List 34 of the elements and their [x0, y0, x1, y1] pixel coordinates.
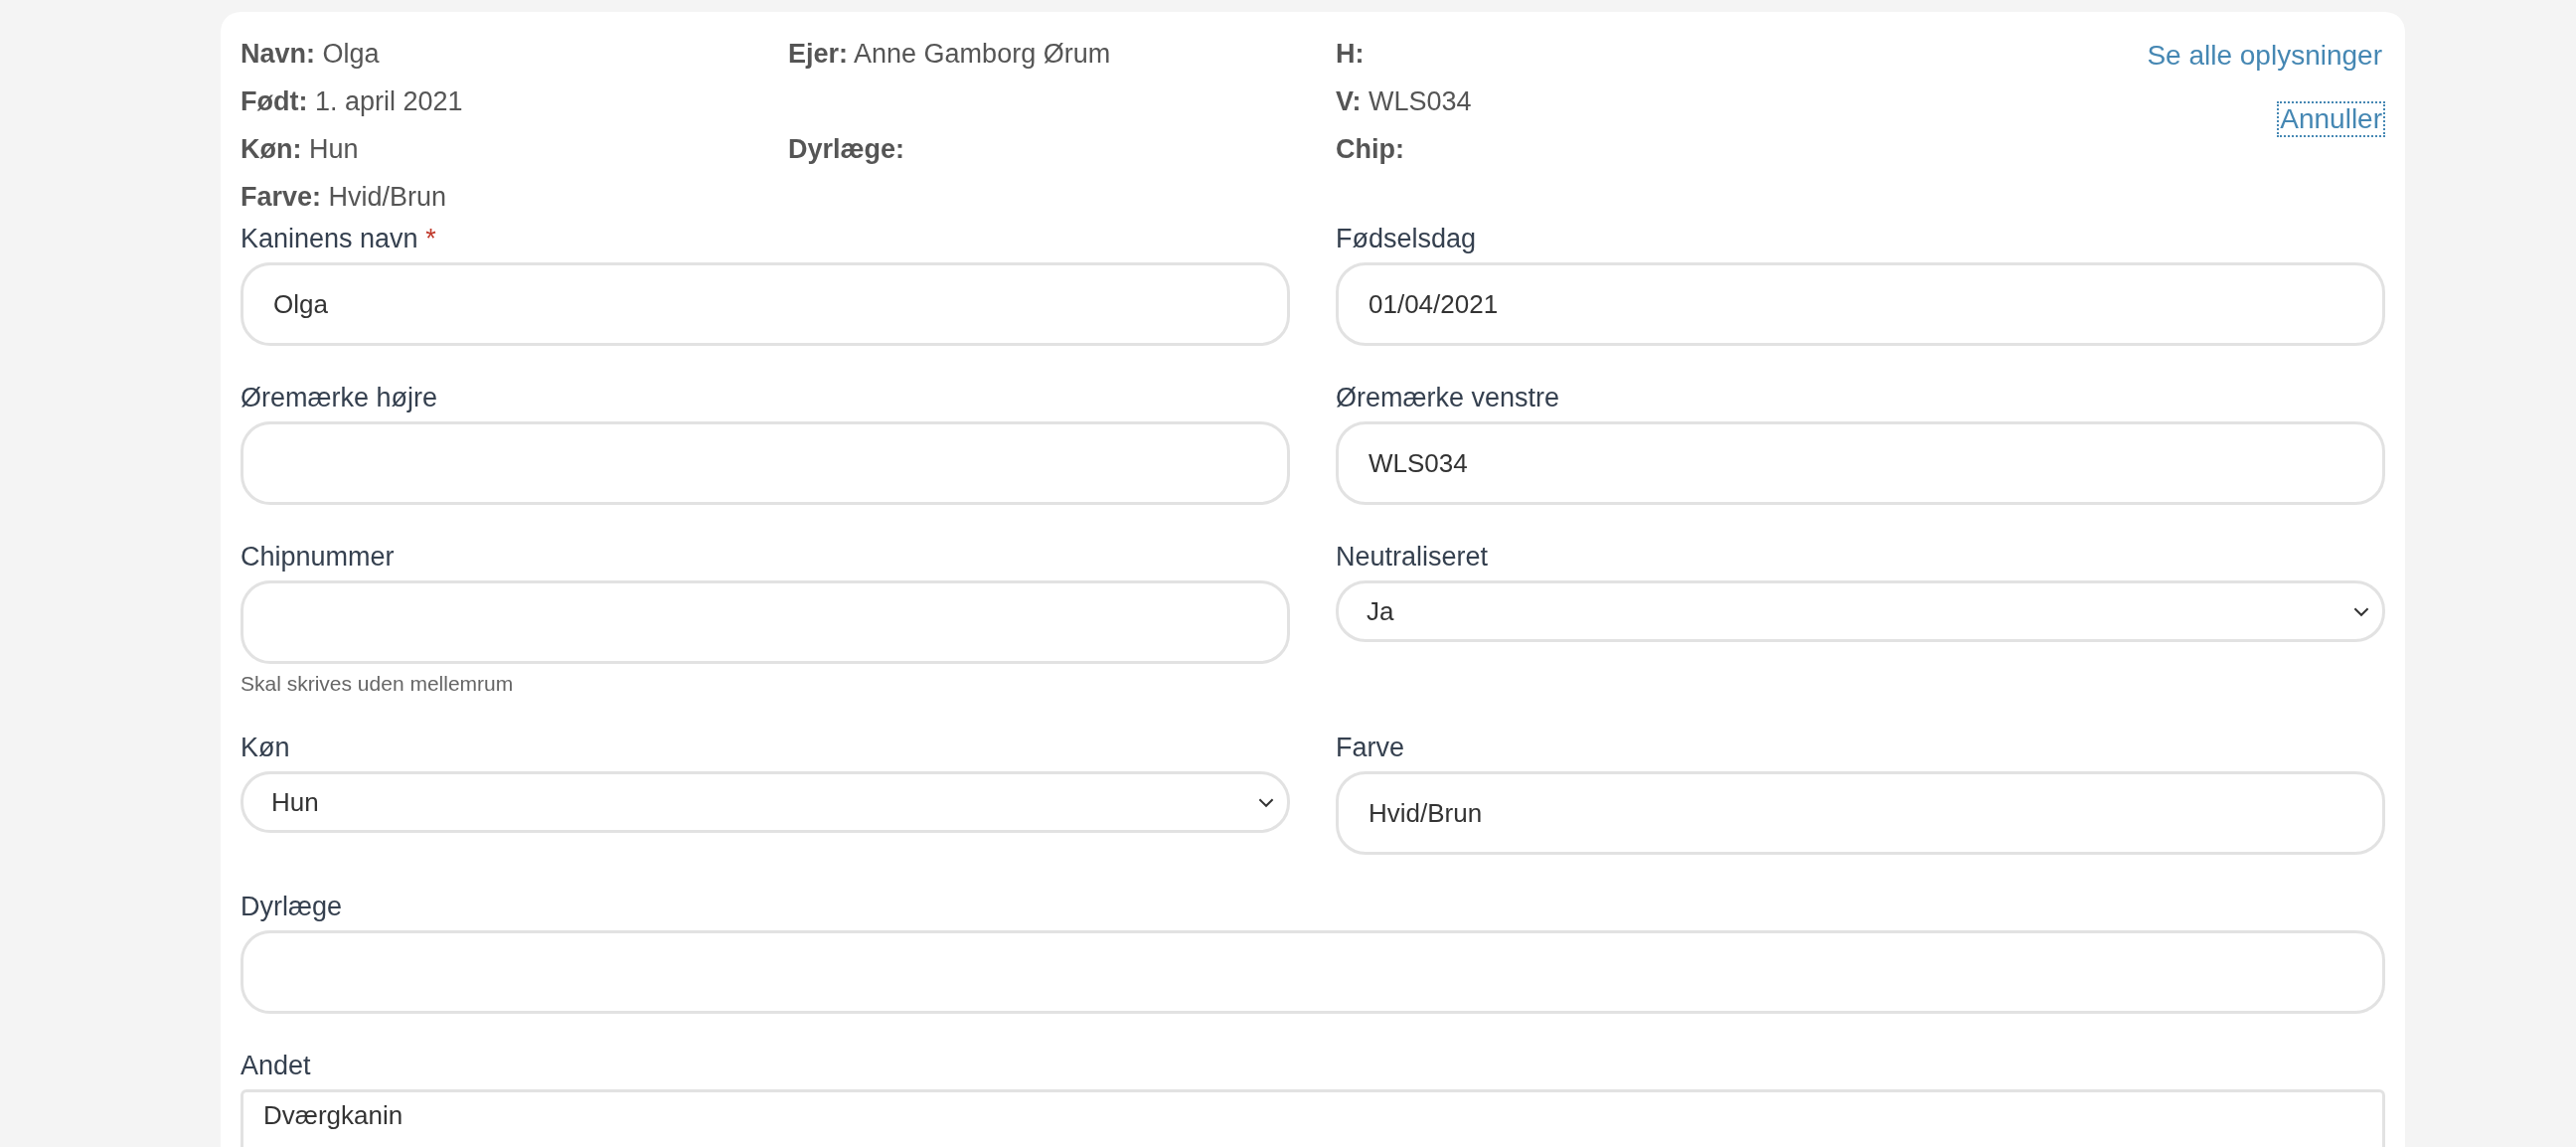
info-text: Chip: [1336, 133, 1404, 165]
field-label: Farve [1336, 732, 1405, 764]
field-label: Fødselsdag [1336, 223, 1477, 255]
field-label: Neutraliseret [1336, 541, 1489, 574]
info-text: Født: 1. april 2021 [241, 85, 463, 117]
info-text: Farve: Hvid/Brun [241, 181, 447, 213]
chevron-icon [2352, 605, 2370, 617]
info-text: Ejer: Anne Gamborg Ørum [788, 38, 1111, 70]
input-field[interactable] [241, 930, 2385, 1014]
select-field[interactable]: Hun [241, 771, 1290, 833]
input-field[interactable] [241, 580, 1290, 664]
text-area[interactable]: Dværgkanin [241, 1089, 2385, 1147]
input-field[interactable]: WLS034 [1336, 421, 2385, 505]
field-label: Køn [241, 732, 290, 764]
info-text: V: WLS034 [1336, 85, 1472, 117]
field-label: Dyrlæge [241, 891, 343, 923]
info-text: H: [1336, 38, 1365, 70]
info-text: Navn: Olga [241, 38, 380, 70]
input-field[interactable]: Hvid/Brun [1336, 771, 2385, 855]
info-text: Dyrlæge: [788, 133, 905, 165]
field-label: Kaninens navn * [241, 223, 436, 255]
field-label: Chipnummer [241, 541, 395, 574]
info-text: Køn: Hun [241, 133, 359, 165]
hint-text: Skal skrives uden mellemrum [241, 672, 514, 696]
input-field[interactable] [241, 421, 1290, 505]
select-field[interactable]: Ja [1336, 580, 2385, 642]
link[interactable]: Annuller [2277, 101, 2385, 137]
chevron-icon [1257, 796, 1275, 808]
field-label: Andet [241, 1050, 311, 1082]
link[interactable]: Se alle oplysninger [2144, 38, 2385, 74]
input-field[interactable]: Olga [241, 262, 1290, 346]
field-label: Øremærke højre [241, 382, 438, 414]
input-field[interactable]: 01/04/2021 [1336, 262, 2385, 346]
field-label: Øremærke venstre [1336, 382, 1560, 414]
